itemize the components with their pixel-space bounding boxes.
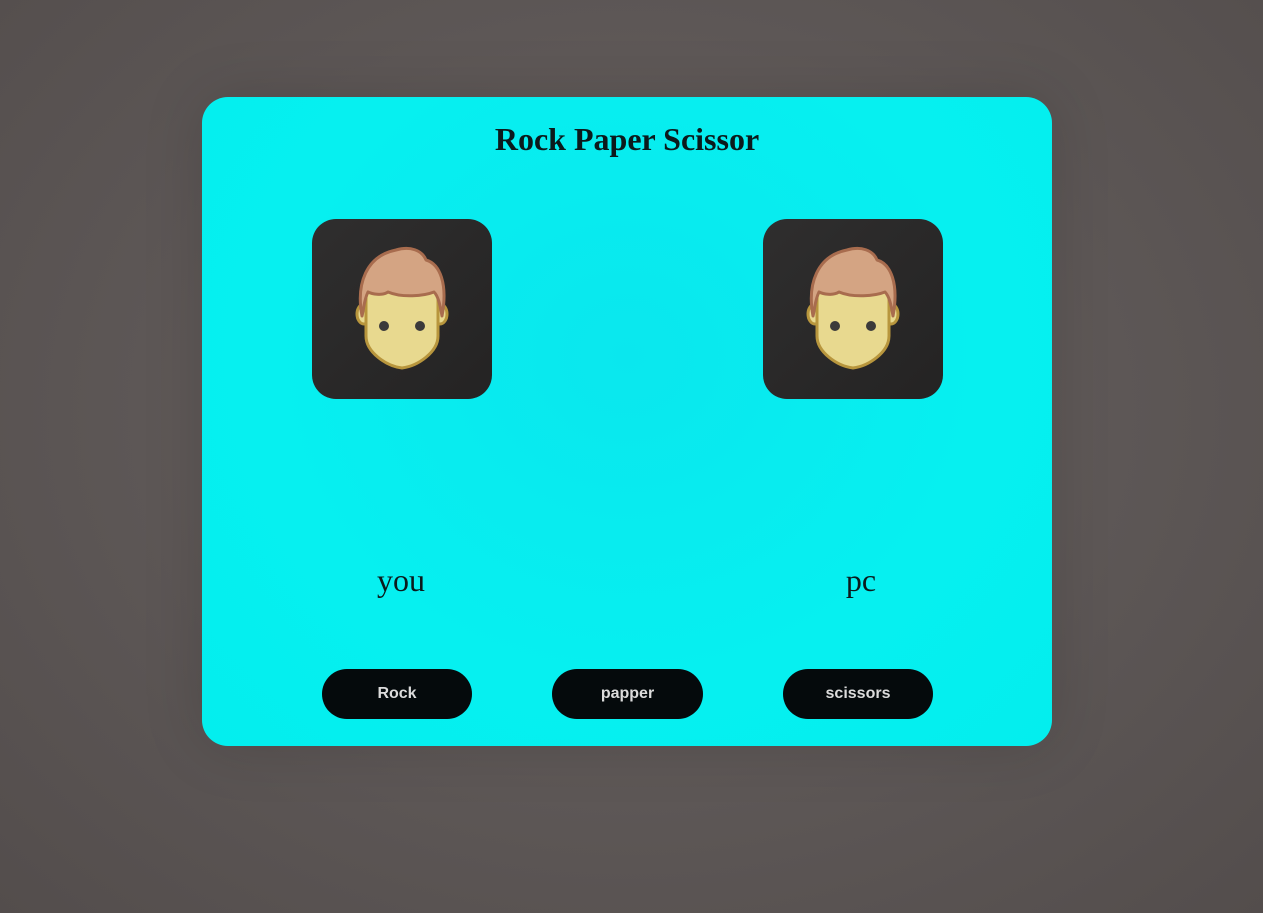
scissors-button[interactable]: scissors xyxy=(783,669,933,719)
male-avatar-icon xyxy=(355,246,449,370)
player-avatar-box xyxy=(312,219,492,399)
paper-button[interactable]: papper xyxy=(552,669,703,719)
game-card: Rock Paper Scissor you pc Rock papper sc… xyxy=(202,97,1052,746)
player-label-pc: pc xyxy=(845,562,877,598)
game-title: Rock Paper Scissor xyxy=(494,121,760,157)
player-label-you: you xyxy=(377,562,425,598)
pc-avatar-box xyxy=(763,219,943,399)
male-avatar-icon xyxy=(806,246,900,370)
rock-button[interactable]: Rock xyxy=(322,669,472,719)
